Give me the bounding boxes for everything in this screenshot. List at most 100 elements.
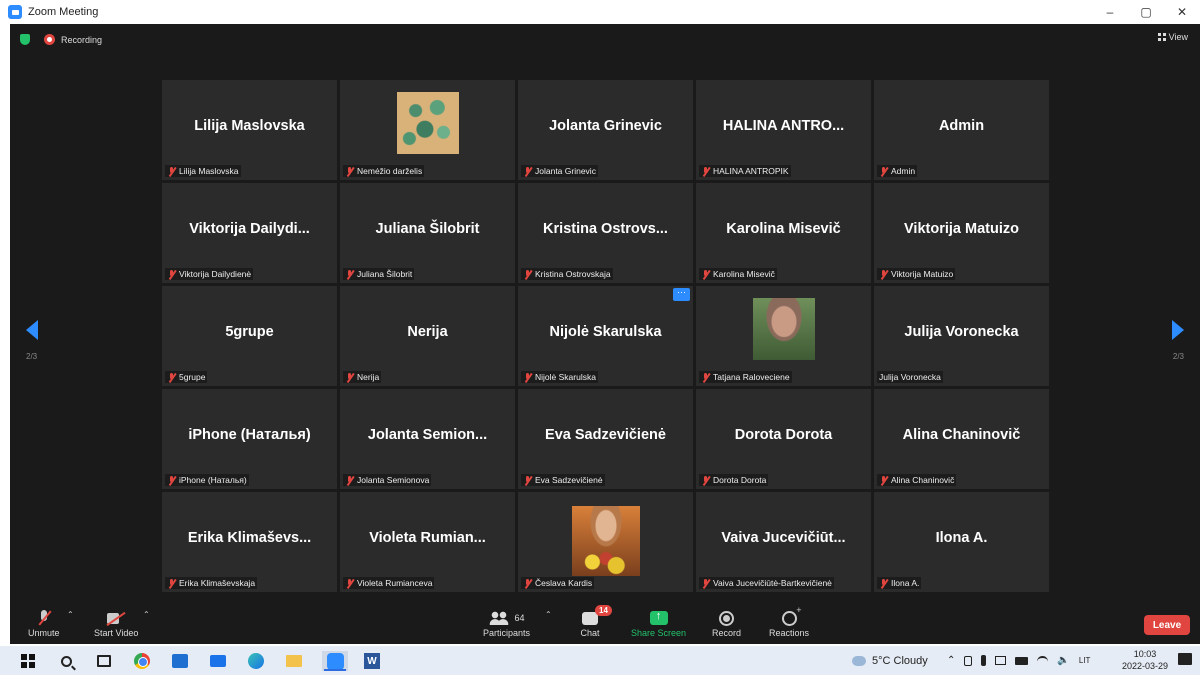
participants-button[interactable]: 64 Participants	[483, 608, 530, 638]
recording-icon	[44, 34, 55, 45]
start-button[interactable]	[18, 651, 38, 671]
volume-icon[interactable]: 🔈	[1057, 655, 1069, 666]
participant-name-label: Violeta Rumianceva	[343, 577, 435, 589]
participant-name-text: Violeta Rumianceva	[357, 578, 433, 588]
participant-tile[interactable]: Česlava Kardis	[518, 492, 693, 592]
participant-display-name: Vaiva Jucevičiūt...	[721, 530, 846, 546]
start-video-button[interactable]: Start Video	[94, 608, 138, 638]
participant-name-text: Erika Klimaševskaja	[179, 578, 256, 588]
task-view-button[interactable]	[94, 651, 114, 671]
next-page-arrow-icon[interactable]	[1172, 320, 1184, 340]
recording-label[interactable]: Recording	[61, 35, 102, 45]
participant-display-name: Lilija Maslovska	[194, 118, 305, 134]
participant-photo	[396, 92, 459, 154]
cloud-icon	[852, 655, 866, 666]
participant-tile[interactable]: 5grupe 5grupe	[162, 286, 337, 386]
participant-name-label: HALINA ANTROPIK	[699, 165, 791, 177]
search-button[interactable]	[56, 651, 76, 671]
participant-name-label: Viktorija Dailydienė	[165, 268, 254, 280]
minimize-button[interactable]: –	[1092, 0, 1128, 24]
participants-options-caret-icon[interactable]: ⌃	[545, 610, 552, 619]
participant-name-text: 5grupe	[179, 372, 206, 382]
audio-options-caret-icon[interactable]: ⌃	[67, 610, 74, 619]
taskbar-zoom[interactable]	[322, 651, 348, 671]
participant-tile[interactable]: Tatjana Raloveciene	[696, 286, 871, 386]
taskbar-word[interactable]: W	[362, 651, 382, 671]
record-button[interactable]: Record	[712, 608, 741, 638]
participant-tile[interactable]: Nemėžio darželis	[340, 80, 515, 180]
participant-tile[interactable]: Vaiva Jucevičiūt... Vaiva Jucevičiūtė-Bar…	[696, 492, 871, 592]
participant-tile[interactable]: Jolanta Semion... Jolanta Semionova	[340, 389, 515, 489]
muted-mic-icon	[167, 578, 176, 588]
participant-name-text: Jolanta Grinevic	[535, 166, 596, 176]
battery-icon[interactable]	[1015, 656, 1029, 665]
clock[interactable]: 10:03 2022-03-29	[1122, 648, 1168, 672]
participant-tile[interactable]: Dorota Dorota Dorota Dorota	[696, 389, 871, 489]
close-button[interactable]: ✕	[1164, 0, 1200, 24]
participant-tile[interactable]: Erika Klimaševs... Erika Klimaševskaja	[162, 492, 337, 592]
participant-tile[interactable]: Lilija Maslovska Lilija Maslovska	[162, 80, 337, 180]
participant-tile[interactable]: Jolanta Grinevic Jolanta Grinevic	[518, 80, 693, 180]
participant-tile[interactable]: Juliana Šilobrit Juliana Šilobrit	[340, 183, 515, 283]
participant-photo	[571, 506, 640, 576]
meeting-area: Recording View 2/3 2/3 Lilija Maslovska L…	[10, 24, 1200, 644]
participant-tile[interactable]: Nijolė Skarulska ··· Nijolė Skarulska	[518, 286, 693, 386]
participant-name-label: Erika Klimaševskaja	[165, 577, 258, 589]
microphone-icon[interactable]	[981, 655, 987, 666]
participant-name-label: Juliana Šilobrit	[343, 268, 415, 280]
participant-tile[interactable]: Admin Admin	[874, 80, 1049, 180]
participant-tile[interactable]: iPhone (Наталья) iPhone (Наталья)	[162, 389, 337, 489]
weather-widget[interactable]: 5°C Cloudy	[852, 646, 928, 675]
muted-mic-icon	[701, 475, 710, 485]
language-indicator[interactable]: LIT	[1079, 656, 1091, 665]
participant-tile[interactable]: HALINA ANTRO... HALINA ANTROPIK	[696, 80, 871, 180]
participant-tile[interactable]: Karolina Misevič Karolina Misevič	[696, 183, 871, 283]
view-button[interactable]: View	[1157, 32, 1188, 42]
notifications-icon[interactable]	[1178, 653, 1192, 665]
tray-expand-icon[interactable]: ⌃	[947, 655, 955, 666]
leave-button[interactable]: Leave	[1144, 615, 1190, 635]
taskbar-chrome[interactable]	[132, 651, 152, 671]
taskbar-mail[interactable]	[208, 651, 228, 671]
taskbar-edge[interactable]	[246, 651, 266, 671]
participant-tile[interactable]: Violeta Rumian... Violeta Rumianceva	[340, 492, 515, 592]
maximize-button[interactable]: ▢	[1128, 0, 1164, 24]
video-options-caret-icon[interactable]: ⌃	[143, 610, 150, 619]
muted-mic-icon	[879, 166, 888, 176]
participant-name-label: Karolina Misevič	[699, 268, 777, 280]
participant-tile[interactable]: Viktorija Matuizo Viktorija Matuizo	[874, 183, 1049, 283]
unmute-button[interactable]: Unmute	[28, 608, 60, 638]
participant-display-name: Ilona A.	[935, 530, 988, 546]
participant-tile[interactable]: Viktorija Dailydi... Viktorija Dailydienė	[162, 183, 337, 283]
participant-tile[interactable]: Kristina Ostrovs... Kristina Ostrovskaja	[518, 183, 693, 283]
reactions-button[interactable]: Reactions	[769, 605, 809, 639]
participant-name-text: Viktorija Matuizo	[891, 269, 954, 279]
chat-button[interactable]: 14 Chat	[577, 605, 612, 638]
more-options-button[interactable]: ···	[673, 288, 690, 301]
participant-name-text: Juliana Šilobrit	[357, 269, 413, 279]
share-screen-button[interactable]: Share Screen	[631, 608, 686, 638]
clock-time: 10:03	[1133, 649, 1157, 659]
taskbar-file-explorer[interactable]	[284, 651, 304, 671]
tray-app-icon[interactable]	[964, 655, 973, 666]
wifi-icon[interactable]	[1037, 656, 1049, 665]
video-off-icon	[107, 612, 125, 625]
muted-mic-icon	[345, 475, 354, 485]
participant-tile[interactable]: Julija Voronecka Julija Voronecka	[874, 286, 1049, 386]
participant-tile[interactable]: Alina Chaninovič Alina Chaninovič	[874, 389, 1049, 489]
participant-name-label: Ilona A.	[877, 577, 922, 589]
participant-tile[interactable]: Eva Sadzevičienė Eva Sadzevičienė	[518, 389, 693, 489]
muted-mic-icon	[701, 372, 710, 382]
participant-tile[interactable]: Nerija Nerija	[340, 286, 515, 386]
taskbar-store[interactable]	[170, 651, 190, 671]
encryption-shield-icon[interactable]	[20, 34, 30, 45]
participant-tile[interactable]: Ilona A. Ilona A.	[874, 492, 1049, 592]
muted-mic-icon	[167, 475, 176, 485]
participant-name-label: Nerija	[343, 371, 382, 383]
previous-page-arrow-icon[interactable]	[26, 320, 38, 340]
participant-name-label: Jolanta Grinevic	[521, 165, 598, 177]
display-icon[interactable]	[995, 656, 1007, 665]
reactions-icon	[781, 605, 802, 626]
page-indicator-left: 2/3	[26, 352, 38, 361]
muted-mic-icon	[345, 578, 354, 588]
